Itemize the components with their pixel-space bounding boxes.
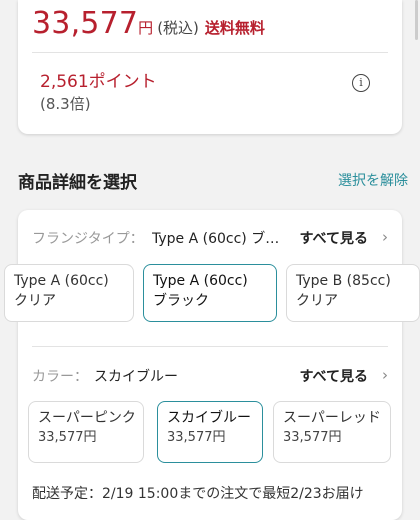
clear-selection-link[interactable]: 選択を解除 [338, 170, 408, 190]
section-title: 商品詳細を選択 [18, 173, 137, 193]
chevron-right-icon[interactable]: › [382, 228, 388, 246]
option-line1: Type B (85cc) [296, 273, 391, 289]
price-row: 33,577円 (税込) 送料無料 [32, 6, 265, 41]
color-row: カラー： スカイブルー すべて見る › [18, 366, 402, 388]
flange-see-all-button[interactable]: すべて見る [300, 228, 368, 248]
divider [32, 346, 388, 347]
points-rate: (8.3倍) [40, 95, 91, 113]
points-amount: 2,561ポイント [40, 72, 157, 92]
tax-included-label: (税込) [157, 19, 199, 37]
flange-type-row: フランジタイプ： Type A (60cc) ブラック すべて見る › [18, 228, 402, 250]
option-line1: Type A (60cc) [14, 273, 109, 289]
color-label: カラー： [32, 369, 88, 385]
option-line2: ブラック [153, 293, 209, 309]
option-name: スーパーレッド [283, 410, 381, 426]
flange-option-type-a-black[interactable]: Type A (60cc) ブラック [143, 264, 277, 322]
delivery-estimate: 配送予定：2/19 15:00までの注文で最短2/23お届け [32, 486, 364, 502]
option-price: 33,577円 [167, 430, 226, 445]
flange-type-value: Type A (60cc) ブラック [152, 231, 282, 247]
color-option-super-pink[interactable]: スーパーピンク 33,577円 [28, 401, 144, 463]
option-line2: クリア [296, 293, 338, 309]
price-amount: 33,577 [32, 6, 139, 41]
option-price: 33,577円 [38, 430, 97, 445]
free-shipping-label: 送料無料 [204, 19, 265, 37]
chevron-right-icon[interactable]: › [382, 366, 388, 384]
divider [32, 52, 388, 53]
option-name: スカイブルー [167, 410, 251, 426]
option-name: スーパーピンク [38, 410, 136, 426]
option-price: 33,577円 [283, 430, 342, 445]
flange-option-type-b-clear[interactable]: Type B (85cc) クリア [286, 264, 420, 322]
color-option-sky-blue[interactable]: スカイブルー 33,577円 [157, 401, 263, 463]
variant-selector-card: フランジタイプ： Type A (60cc) ブラック すべて見る › Type… [4, 210, 420, 520]
info-icon[interactable]: i [352, 74, 370, 92]
option-line2: クリア [14, 293, 56, 309]
color-see-all-button[interactable]: すべて見る [300, 366, 368, 386]
flange-option-type-a-clear[interactable]: Type A (60cc) クリア [4, 264, 134, 322]
scrollbar[interactable] [415, 0, 418, 40]
price-currency: 円 [138, 19, 154, 37]
color-option-super-red[interactable]: スーパーレッド 33,577円 [273, 401, 391, 463]
option-line1: Type A (60cc) [153, 273, 248, 289]
price-card: 33,577円 (税込) 送料無料 2,561ポイント (8.3倍) i [18, 0, 402, 134]
flange-type-label: フランジタイプ： [32, 231, 144, 247]
color-value: スカイブルー [94, 369, 178, 385]
